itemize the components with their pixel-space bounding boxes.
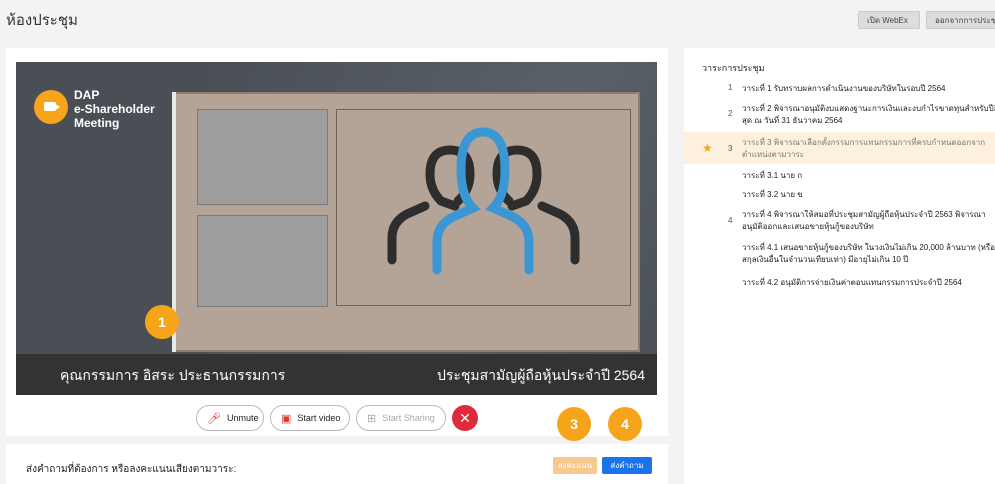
main-speaker-view	[336, 109, 631, 306]
start-sharing-label: Start Sharing	[382, 413, 435, 423]
page-title: ห้องประชุม	[6, 12, 78, 29]
end-call-button[interactable]: ✕	[452, 405, 478, 431]
current-agenda-star-icon: ★	[702, 141, 713, 155]
agenda-item-1[interactable]: 1 วาระที่ 1 รับทราบผลการดำเนินงานของบริษ…	[684, 82, 995, 96]
start-sharing-button[interactable]: ⊞ Start Sharing	[356, 405, 446, 431]
video-area: DAP e-Shareholder Meeting คุณกรรมการ อิส…	[16, 62, 657, 395]
agenda-item-4-1[interactable]: วาระที่ 4.1 เสนอขายหุ้นกู้ของบริษัท ในวง…	[684, 240, 995, 268]
question-prompt: ส่งคำถามที่ต้องการ หรือลงคะแนนเสียงตามวา…	[26, 464, 237, 475]
mic-muted-icon: 🎤︎	[207, 412, 221, 425]
callout-badge-3: 3	[557, 407, 591, 441]
meeting-title: ประชุมสามัญผู้ถือหุ้นประจำปี 2564	[436, 367, 645, 383]
open-webex-button[interactable]: เปิด WebEx	[858, 11, 920, 29]
video-camera-icon	[34, 90, 68, 124]
unmute-label: Unmute	[226, 413, 259, 423]
vote-button[interactable]: ลงคะแนน	[553, 457, 597, 474]
agenda-item-2[interactable]: 2 วาระที่ 2 พิจารณาอนุมัติงบแสดงฐานะการเ…	[684, 102, 995, 128]
callout-badge-4: 4	[608, 407, 642, 441]
logo-line-3: Meeting	[74, 116, 120, 130]
callout-badge-1: 1	[145, 305, 179, 339]
agenda-item-4-2[interactable]: วาระที่ 4.2 อนุมัติการจ่ายเงินค่าตอบแทนก…	[684, 276, 995, 290]
ask-question-button[interactable]: ส่งคำถาม	[602, 457, 652, 474]
agenda-item-3[interactable]: ★ 3 วาระที่ 3 พิจารณาเลือกตั้งกรรมการแทน…	[684, 132, 995, 164]
speaker-name: คุณกรรมการ อิสระ ประธานกรรมการ	[60, 367, 286, 383]
leave-meeting-button[interactable]: ออกจากการประชุม	[926, 11, 995, 29]
participants-icon	[387, 127, 580, 275]
share-screen-icon: ⊞	[367, 412, 377, 425]
agenda-item-3-1[interactable]: วาระที่ 3.1 นาย ก	[742, 170, 995, 181]
video-off-icon: ▣	[281, 412, 292, 425]
logo-line-1: DAP	[74, 88, 100, 102]
agenda-item-3-sub[interactable]: วาระที่ 3.1 นาย ก วาระที่ 3.2 นาย ข	[684, 168, 995, 204]
agenda-item-3-2[interactable]: วาระที่ 3.2 นาย ข	[742, 189, 995, 200]
start-video-button[interactable]: ▣ Start video	[270, 405, 350, 431]
participant-thumbnail-1[interactable]	[197, 109, 328, 205]
unmute-button[interactable]: 🎤︎ Unmute	[196, 405, 264, 431]
agenda-title: วาระการประชุม	[702, 63, 765, 73]
logo-line-2: e-Shareholder	[74, 102, 155, 116]
dap-logo: DAP e-Shareholder Meeting	[34, 88, 155, 130]
participant-thumbnail-2[interactable]	[197, 215, 328, 307]
start-video-label: Start video	[297, 413, 341, 423]
agenda-item-4[interactable]: 4 วาระที่ 4 พิจารณาให้สมอที่ประชุมสามัญผ…	[684, 206, 995, 234]
